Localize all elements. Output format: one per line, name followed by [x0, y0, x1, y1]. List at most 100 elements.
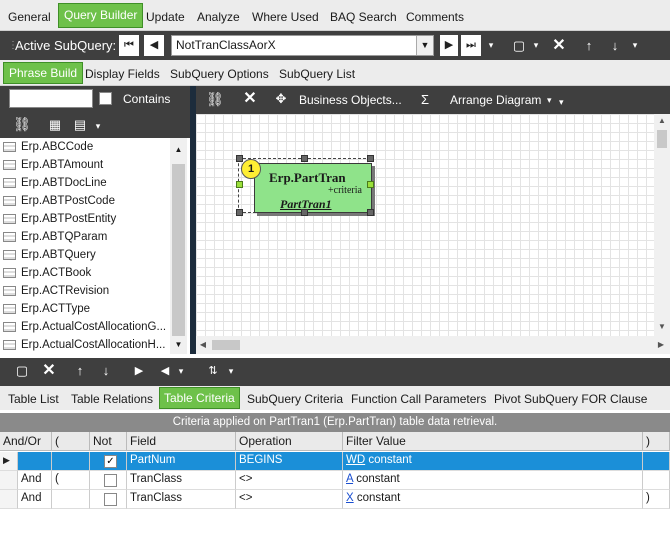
list-item[interactable]: Erp.ACTBook — [0, 264, 170, 282]
connection-port[interactable] — [367, 181, 374, 188]
nav-dropdown-icon[interactable]: ▾ — [176, 357, 186, 385]
list-item[interactable]: Erp.ActualCostAllocationG... — [0, 318, 170, 336]
tab-subquery-options[interactable]: SubQuery Options — [170, 67, 269, 81]
tab-function-call-parameters[interactable]: Function Call Parameters — [351, 392, 486, 406]
tab-where-used[interactable]: Where Used — [252, 6, 319, 28]
not-cell[interactable]: ✓ — [90, 452, 127, 471]
table-view-icon[interactable]: ▤ — [70, 110, 90, 139]
move-up-icon[interactable]: ↑ — [580, 31, 598, 60]
andor-cell[interactable]: And — [18, 471, 52, 490]
business-objects-button[interactable]: Business Objects... — [299, 86, 402, 114]
chevron-down-icon[interactable]: ▼ — [416, 36, 433, 55]
tab-baq-search[interactable]: BAQ Search — [330, 6, 397, 28]
scroll-up-icon[interactable]: ▲ — [655, 114, 669, 128]
toolbar-overflow-icon[interactable]: ▾ — [630, 31, 640, 60]
open-paren-cell[interactable]: ( — [52, 471, 90, 490]
operation-cell[interactable]: BEGINS — [236, 452, 343, 471]
filter-value-link[interactable]: A — [346, 473, 353, 485]
list-item[interactable]: Erp.ABTDocLine — [0, 174, 170, 192]
row-selector[interactable] — [0, 471, 18, 490]
move-down-icon[interactable]: ↓ — [97, 357, 115, 385]
andor-cell[interactable] — [18, 452, 52, 471]
column-header-not[interactable]: Not — [90, 432, 127, 451]
sort-dropdown-icon[interactable]: ▾ — [226, 357, 236, 385]
open-paren-cell[interactable] — [52, 490, 90, 509]
next-record-icon[interactable]: ▶ — [440, 35, 458, 56]
scroll-left-icon[interactable]: ◀ — [196, 336, 210, 354]
tab-table-relations[interactable]: Table Relations — [71, 392, 153, 406]
contains-checkbox[interactable] — [99, 92, 112, 105]
scroll-thumb[interactable] — [212, 340, 240, 350]
toolbar-overflow-icon[interactable]: ▾ — [559, 88, 564, 116]
resize-handle[interactable] — [236, 155, 243, 162]
list-item[interactable]: Erp.ACTType — [0, 300, 170, 318]
sum-icon[interactable]: Σ — [421, 86, 429, 114]
list-item[interactable]: Erp.ABTQuery — [0, 246, 170, 264]
not-cell[interactable] — [90, 490, 127, 509]
tab-analyze[interactable]: Analyze — [197, 6, 240, 28]
filter-value-cell[interactable]: WD constant — [343, 452, 643, 471]
move-up-icon[interactable]: ↑ — [71, 357, 89, 385]
tab-phrase-build[interactable]: Phrase Build — [3, 62, 84, 84]
tab-subquery-list[interactable]: SubQuery List — [279, 67, 355, 81]
resize-handle[interactable] — [301, 209, 308, 216]
table-search-input[interactable] — [9, 89, 93, 108]
resize-handle[interactable] — [367, 155, 374, 162]
scroll-down-icon[interactable]: ▼ — [171, 336, 186, 354]
list-item[interactable]: Erp.ABTAmount — [0, 156, 170, 174]
move-down-icon[interactable]: ↓ — [606, 31, 624, 60]
not-checkbox-checked[interactable]: ✓ — [104, 455, 117, 468]
table-node-parttran[interactable]: Erp.PartTran +criteria PartTran1 — [254, 163, 372, 213]
column-header-filter-value[interactable]: Filter Value — [343, 432, 643, 451]
new-criteria-icon[interactable]: ▢ — [12, 357, 32, 385]
operation-cell[interactable]: <> — [236, 471, 343, 490]
calculator-icon[interactable]: ▦ — [45, 110, 65, 139]
new-subquery-icon[interactable]: ▢ — [508, 31, 530, 60]
column-header-operation[interactable]: Operation — [236, 432, 343, 451]
play-icon[interactable]: ▶ — [132, 357, 146, 385]
field-cell[interactable]: TranClass — [127, 490, 236, 509]
tab-display-fields[interactable]: Display Fields — [85, 67, 160, 81]
tab-table-criteria[interactable]: Table Criteria — [159, 387, 240, 409]
last-record-icon[interactable]: ⏭ — [461, 35, 481, 56]
table-row[interactable]: And TranClass <> X constant ) — [0, 490, 670, 509]
row-selector[interactable] — [0, 490, 18, 509]
diagram-vertical-scrollbar[interactable]: ▲ ▼ — [654, 114, 670, 336]
filter-value-cell[interactable]: X constant — [343, 490, 643, 509]
close-paren-cell[interactable] — [643, 471, 670, 490]
filter-value-link[interactable]: WD — [346, 454, 365, 466]
tab-query-builder[interactable]: Query Builder — [58, 3, 144, 28]
operation-cell[interactable]: <> — [236, 490, 343, 509]
close-icon[interactable]: ✕ — [239, 85, 261, 113]
column-header-andor[interactable]: And/Or — [0, 432, 52, 451]
not-cell[interactable] — [90, 471, 127, 490]
query-diagram-canvas[interactable] — [196, 114, 654, 336]
list-item[interactable]: Erp.ABTQParam — [0, 228, 170, 246]
filter-value-cell[interactable]: A constant — [343, 471, 643, 490]
list-item[interactable]: Erp.ABTPostEntity — [0, 210, 170, 228]
connection-port[interactable] — [236, 181, 243, 188]
arrange-diagram-button[interactable]: Arrange Diagram — [450, 86, 541, 114]
not-checkbox[interactable] — [104, 474, 117, 487]
close-paren-cell[interactable]: ) — [643, 490, 670, 509]
sort-icon[interactable]: ⇅ — [202, 357, 224, 385]
scroll-thumb[interactable] — [172, 164, 185, 336]
tab-update[interactable]: Update — [146, 6, 185, 28]
delete-subquery-icon[interactable]: ✕ — [548, 31, 570, 60]
view-dropdown-icon[interactable]: ▾ — [93, 112, 103, 141]
column-header-close-paren[interactable]: ) — [643, 432, 670, 451]
back-icon[interactable]: ◀ — [158, 357, 172, 385]
scroll-right-icon[interactable]: ▶ — [654, 336, 668, 354]
list-item[interactable]: Erp.ActualCostAllocationH... — [0, 336, 170, 354]
column-header-open-paren[interactable]: ( — [52, 432, 90, 451]
link-icon[interactable]: ⛓ — [204, 85, 226, 113]
business-objects-icon[interactable]: ✥ — [271, 85, 291, 113]
list-item[interactable]: Erp.ABCCode — [0, 138, 170, 156]
tab-pivot-subquery-for-clause[interactable]: Pivot SubQuery FOR Clause — [494, 392, 647, 406]
scroll-up-icon[interactable]: ▲ — [171, 138, 186, 162]
column-header-field[interactable]: Field — [127, 432, 236, 451]
table-list-scrollbar[interactable]: ▲ ▼ — [170, 138, 187, 354]
tab-subquery-criteria[interactable]: SubQuery Criteria — [247, 392, 343, 406]
open-paren-cell[interactable] — [52, 452, 90, 471]
table-row[interactable]: ▶ ✓ PartNum BEGINS WD constant — [0, 452, 670, 471]
